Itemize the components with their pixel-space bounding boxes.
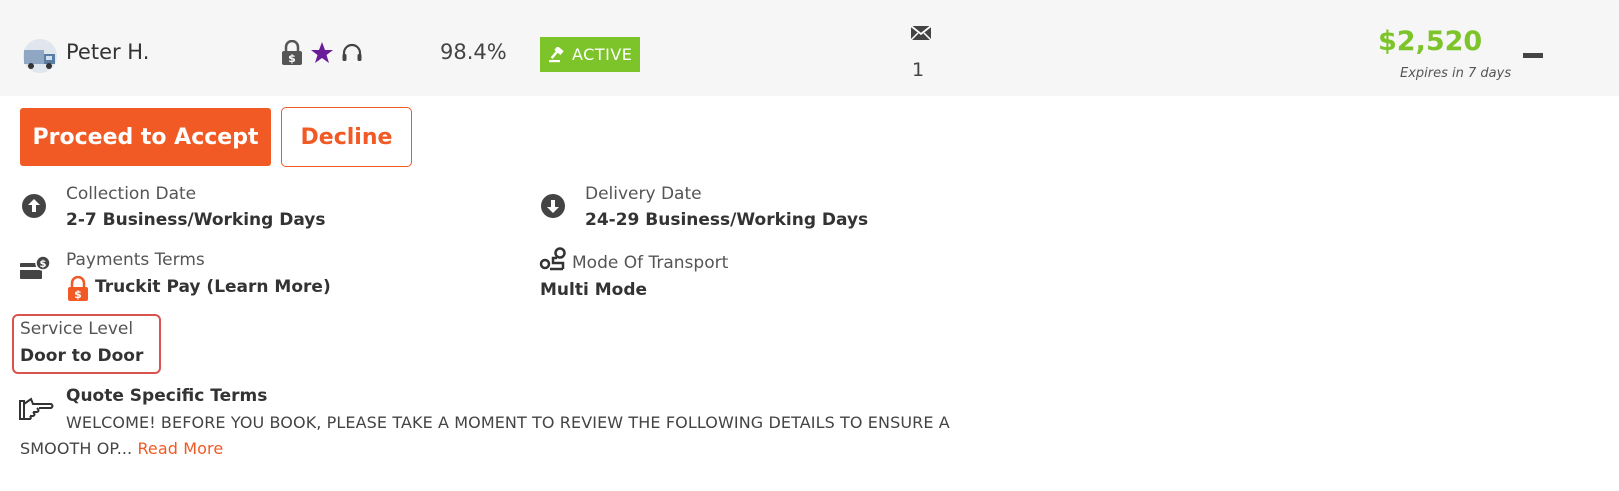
message-count[interactable]: 1 <box>912 59 924 81</box>
mode-of-transport-label: Mode Of Transport <box>572 253 729 273</box>
decline-button[interactable]: Decline <box>281 107 412 167</box>
quote-terms-text-line1: WELCOME! BEFORE YOU BOOK, PLEASE TAKE A … <box>66 413 950 432</box>
truckit-pay-learn-more-link[interactable]: Truckit Pay (Learn More) <box>95 277 331 297</box>
service-level-value: Door to Door <box>20 346 144 366</box>
quote-price: $2,520 <box>1378 26 1483 57</box>
service-level-label: Service Level <box>20 319 134 339</box>
collection-date-value: 2-7 Business/Working Days <box>66 210 326 230</box>
route-pin-icon <box>539 247 566 271</box>
svg-text:$: $ <box>74 288 82 301</box>
delivery-date-label: Delivery Date <box>585 184 702 204</box>
star-icon <box>311 42 333 63</box>
proceed-to-accept-button[interactable]: Proceed to Accept <box>20 108 271 166</box>
delivery-date-value: 24-29 Business/Working Days <box>585 210 869 230</box>
truck-avatar-icon[interactable] <box>20 38 60 74</box>
gavel-icon <box>549 46 564 62</box>
mode-of-transport-value: Multi Mode <box>540 280 648 300</box>
arrow-up-circle-icon <box>22 194 46 218</box>
headset-icon <box>342 43 362 61</box>
status-label: ACTIVE <box>572 45 633 64</box>
quote-expiry: Expires in 7 days <box>1400 66 1512 81</box>
carrier-rating: 98.4% <box>440 40 507 64</box>
truckit-pay-lock-icon: $ <box>68 276 88 301</box>
collection-date-label: Collection Date <box>66 184 197 204</box>
svg-text:$: $ <box>40 259 47 270</box>
quote-terms-truncated: SMOOTH OP... <box>20 439 133 458</box>
quote-terms-title: Quote Specific Terms <box>66 386 268 406</box>
payment-terms-label: Payments Terms <box>66 250 205 270</box>
collapse-minus-icon[interactable] <box>1523 53 1543 58</box>
hand-pointing-icon <box>19 397 54 420</box>
quote-terms-text-line2: SMOOTH OP... Read More <box>20 439 223 458</box>
envelope-icon[interactable] <box>910 24 932 42</box>
svg-text:$: $ <box>288 52 296 65</box>
payment-card-icon: $ <box>20 255 51 279</box>
carrier-badges: $ <box>280 40 364 66</box>
read-more-link[interactable]: Read More <box>137 439 223 458</box>
quote-header <box>0 0 1619 96</box>
arrow-down-circle-icon <box>541 194 565 218</box>
status-badge: ACTIVE <box>540 37 641 72</box>
carrier-name[interactable]: Peter H. <box>66 40 149 64</box>
truckit-pay-lock-icon: $ <box>282 40 302 65</box>
